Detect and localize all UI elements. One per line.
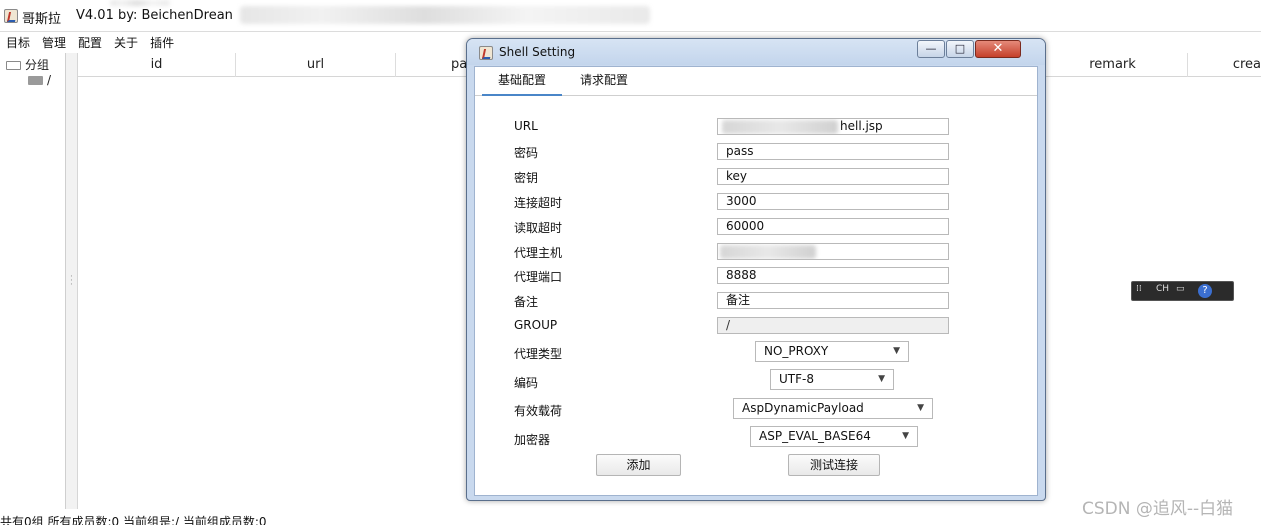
add-button[interactable]: 添加 [596,454,681,476]
tab-bar: 基础配置 请求配置 [475,67,1037,96]
main-window-titlebar: 哥斯拉 V4.01 by: BeichenDrean [0,0,1261,32]
ime-keyboard-icon: ▭ [1176,284,1185,294]
remark-label: 备注 [514,295,539,309]
close-icon: ✕ [992,41,1004,56]
menu-target[interactable]: 目标 [0,34,36,51]
menu-manage[interactable]: 管理 [36,34,72,51]
cryption-select[interactable]: ASP_EVAL_BASE64 ▼ [750,426,918,447]
column-header-remark[interactable]: remark [1038,53,1188,77]
java-app-icon [479,46,493,60]
group-label: GROUP [514,318,558,332]
test-connection-button[interactable]: 测试连接 [788,454,880,476]
password-label: 密码 [514,146,539,160]
splitter-grip-icon: · · · [70,272,73,290]
dialog-title: Shell Setting [499,45,576,59]
proxy-host-label: 代理主机 [514,246,563,260]
status-text: 共有0组 所有成员数:0 当前组是:/ 当前组成员数:0 [0,515,267,525]
shell-setting-dialog: Shell Setting — □ ✕ 基础配置 请求配置 URL hell.j… [466,38,1046,501]
column-header-password[interactable]: pa [396,53,476,77]
close-button[interactable]: ✕ [975,40,1021,58]
app-title: 哥斯拉 [22,12,62,27]
redacted-region [720,245,816,259]
proxy-type-select[interactable]: NO_PROXY ▼ [755,341,909,362]
cryption-label: 加密器 [514,433,551,447]
proxy-port-label: 代理端口 [514,270,563,284]
folder-icon [28,76,43,85]
tree-root-group[interactable]: 分组 [6,56,49,73]
redacted-region [722,120,838,134]
key-label: 密钥 [514,171,539,185]
encoding-label: 编码 [514,376,539,390]
cryption-value: ASP_EVAL_BASE64 [759,429,871,443]
tree-child-group[interactable]: / [28,73,51,87]
tree-root-label: 分组 [25,58,50,72]
url-field[interactable]: hell.jsp [717,118,949,135]
connect-timeout-field[interactable]: 3000 [717,193,949,210]
menu-plugins[interactable]: 插件 [144,34,180,51]
redacted-region [240,6,650,24]
minimize-icon: — [925,42,937,55]
ime-grip-icon: ⁞⁞ [1136,284,1142,294]
read-timeout-label: 读取超时 [514,221,563,235]
tree-child-label: / [47,73,52,87]
proxy-port-field[interactable]: 8888 [717,267,949,284]
watermark: CSDN @追风--白猫 [1082,499,1234,519]
proxy-type-label: 代理类型 [514,347,563,361]
payload-label: 有效载荷 [514,404,563,418]
group-field: / [717,317,949,334]
encoding-select[interactable]: UTF-8 ▼ [770,369,894,390]
proxy-host-field[interactable] [717,243,949,260]
ime-toolbar[interactable]: ⁞⁞ CH ▭ ? [1131,281,1234,301]
folder-open-icon [6,61,21,70]
tab-basic-config[interactable]: 基础配置 [482,67,562,96]
maximize-button[interactable]: □ [946,40,974,58]
connect-timeout-label: 连接超时 [514,196,563,210]
dialog-titlebar[interactable]: Shell Setting — □ ✕ [467,39,1045,65]
url-label: URL [514,119,538,133]
maximize-icon: □ [954,42,966,55]
dropdown-arrow-icon: ▼ [893,346,900,356]
encoding-value: UTF-8 [779,372,814,386]
panel-splitter[interactable]: · · · [66,53,78,509]
ime-help-icon[interactable]: ? [1198,284,1212,298]
menu-about[interactable]: 关于 [108,34,144,51]
ime-language-label: CH [1156,284,1170,294]
password-field[interactable]: pass [717,143,949,160]
column-header-createtime[interactable]: crea [1188,53,1261,77]
status-bar: 共有0组 所有成员数:0 当前组是:/ 当前组成员数:0 [0,509,1261,525]
redacted-region [110,0,170,6]
column-header-id[interactable]: id [78,53,236,77]
dropdown-arrow-icon: ▼ [878,374,885,384]
remark-field[interactable]: 备注 [717,292,949,309]
url-value: hell.jsp [840,119,883,133]
dropdown-arrow-icon: ▼ [902,431,909,441]
tab-request-config[interactable]: 请求配置 [564,67,644,96]
group-tree: 分组 / [0,53,66,509]
read-timeout-field[interactable]: 60000 [717,218,949,235]
proxy-type-value: NO_PROXY [764,344,829,358]
app-version: V4.01 by: BeichenDrean [76,8,233,23]
payload-select[interactable]: AspDynamicPayload ▼ [733,398,933,419]
dialog-body: 基础配置 请求配置 URL hell.jsp 密码 pass 密钥 key 连接… [474,66,1038,496]
minimize-button[interactable]: — [917,40,945,58]
key-field[interactable]: key [717,168,949,185]
payload-value: AspDynamicPayload [742,401,864,415]
column-header-url[interactable]: url [236,53,396,77]
java-app-icon [4,9,18,23]
menu-config[interactable]: 配置 [72,34,108,51]
dropdown-arrow-icon: ▼ [917,403,924,413]
